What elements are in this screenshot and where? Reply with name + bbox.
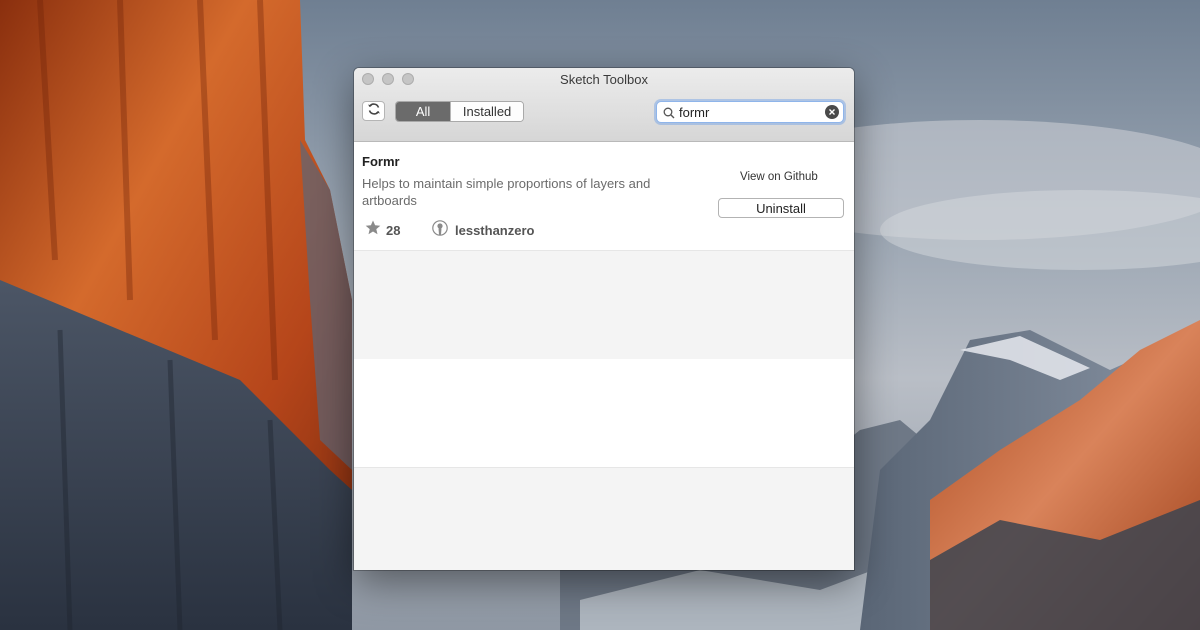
plugin-stars: 28: [365, 220, 400, 240]
search-input[interactable]: [679, 102, 819, 122]
title-bar: Sketch Toolbox All Installed: [354, 68, 854, 142]
refresh-button[interactable]: [362, 101, 385, 121]
view-on-github-link[interactable]: View on Github: [740, 171, 818, 183]
empty-list-row: [354, 468, 854, 570]
plugin-name: Formr: [362, 154, 400, 169]
tab-installed[interactable]: Installed: [450, 102, 523, 121]
tab-all[interactable]: All: [396, 102, 451, 121]
star-count: 28: [386, 222, 401, 238]
empty-list-row: [354, 251, 854, 359]
sketch-toolbox-window: Sketch Toolbox All Installed formr Formr…: [354, 68, 854, 570]
close-icon: [828, 103, 836, 121]
empty-list-row: [354, 359, 854, 468]
plugin-author: lessthanzero: [432, 220, 534, 241]
plugin-description: Helps to maintain simple proportions of …: [362, 176, 651, 208]
plugin-list: Formr Helps to maintain simple proportio…: [354, 142, 854, 570]
list-item: Formr Helps to maintain simple proportio…: [354, 142, 854, 251]
window-title: Sketch Toolbox: [560, 72, 648, 87]
author-name: lessthanzero: [455, 223, 535, 238]
refresh-icon: [367, 102, 381, 121]
star-icon: [365, 220, 381, 240]
clear-search-button[interactable]: [825, 105, 839, 119]
uninstall-button[interactable]: Uninstall: [718, 198, 844, 218]
filter-segmented-control: All Installed: [395, 101, 524, 122]
user-icon: [432, 220, 448, 241]
search-field: [656, 101, 844, 123]
search-icon: [663, 106, 675, 124]
